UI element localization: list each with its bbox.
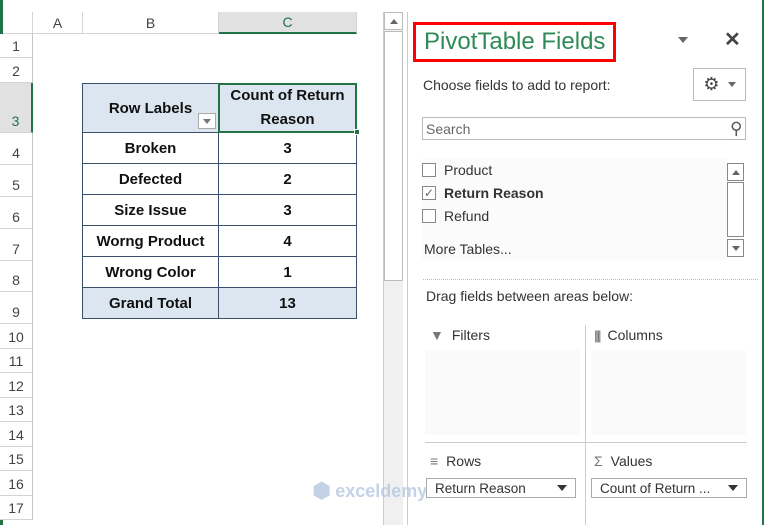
filters-drop-zone[interactable] [425,350,580,435]
row-header-6[interactable]: 6 [0,197,33,229]
row-header-16[interactable]: 16 [0,471,33,496]
row-label[interactable]: Size Issue [82,194,219,226]
pivot-row: Defected 2 [82,163,357,195]
filter-icon: ▼ [430,327,444,343]
field-item[interactable]: Product [422,158,727,181]
row-value[interactable]: 2 [218,163,357,195]
drag-fields-label: Drag fields between areas below: [426,288,634,304]
pivot-row: Wrong Color 1 [82,256,357,288]
filter-dropdown-button[interactable] [198,113,216,129]
row-header-9[interactable]: 9 [0,292,33,324]
search-icon: ⚲ [729,118,742,138]
row-labels-header: Row Labels [82,83,219,133]
row-header-8[interactable]: 8 [0,261,33,292]
scroll-up-button[interactable] [384,12,403,30]
field-checkbox[interactable]: ✓ [422,185,436,200]
fill-handle[interactable] [354,129,360,135]
pivottable-fields-pane: PivotTable Fields ✕ Choose fields to add… [408,0,763,525]
field-list-scrollbar[interactable] [727,163,744,258]
rows-field-dropdown[interactable]: Return Reason [426,478,576,498]
rows-area[interactable]: ≡ Rows [430,453,481,469]
sigma-icon: Σ [594,453,603,469]
row-header-4[interactable]: 4 [0,133,33,165]
scroll-up-button[interactable] [727,163,744,181]
row-header-1[interactable]: 1 [0,34,33,58]
chevron-down-icon [557,485,567,491]
vertical-scrollbar[interactable] [383,12,403,525]
pivot-row: Worng Product 4 [82,225,357,257]
row-value[interactable]: 3 [218,194,357,226]
chevron-down-icon [728,485,738,491]
row-value[interactable]: 1 [218,256,357,288]
pane-options-chevron-icon[interactable] [678,37,688,43]
row-header-3[interactable]: 3 [0,83,33,133]
grand-total-label: Grand Total [82,287,219,319]
row-label[interactable]: Broken [82,132,219,164]
columns-drop-zone[interactable] [591,350,746,435]
area-divider-vertical [585,325,586,525]
pane-left-border [407,12,408,525]
row-label[interactable]: Wrong Color [82,256,219,288]
columns-area[interactable]: |||| Columns [594,327,663,343]
select-all-corner[interactable] [0,12,33,34]
grand-total-value: 13 [218,287,357,319]
exceldemy-logo: ⬢ exceldemy [312,478,428,503]
field-item[interactable]: Refund [422,204,727,227]
field-checkbox[interactable] [422,208,436,223]
field-item[interactable]: ✓ Return Reason [422,181,727,204]
row-header-2[interactable]: 2 [0,58,33,83]
pivot-row: Size Issue 3 [82,194,357,226]
close-icon[interactable]: ✕ [724,27,741,52]
row-label[interactable]: Defected [82,163,219,195]
row-header-10[interactable]: 10 [0,324,33,349]
more-tables-link[interactable]: More Tables... [422,237,727,260]
filters-area[interactable]: ▼ Filters [430,327,490,343]
pane-right-border [762,0,764,525]
pivot-table: Row Labels Count of Return Reason Broken… [82,83,357,319]
row-header-14[interactable]: 14 [0,422,33,447]
choose-fields-label: Choose fields to add to report: [423,77,611,93]
columns-icon: |||| [594,327,601,343]
scroll-thumb[interactable] [384,31,403,281]
row-header-11[interactable]: 11 [0,348,33,373]
row-header-5[interactable]: 5 [0,165,33,197]
divider [423,279,758,280]
row-value[interactable]: 4 [218,225,357,257]
pane-title: PivotTable Fields [413,22,617,62]
scroll-thumb[interactable] [727,182,744,237]
row-label[interactable]: Worng Product [82,225,219,257]
area-divider-horizontal [425,442,747,443]
row-header-17[interactable]: 17 [0,495,33,520]
pivot-row: Broken 3 [82,132,357,164]
row-header-13[interactable]: 13 [0,397,33,422]
row-header-12[interactable]: 12 [0,373,33,398]
values-field-dropdown[interactable]: Count of Return ... [591,478,747,498]
column-header-c[interactable]: C [219,12,357,34]
tools-button[interactable]: ⚙ [693,68,746,101]
rows-icon: ≡ [430,453,439,469]
scroll-down-button[interactable] [727,239,744,257]
field-checkbox[interactable] [422,162,436,177]
value-header[interactable]: Count of Return Reason [218,83,357,133]
search-input[interactable]: Search ⚲ [422,117,746,140]
row-value[interactable]: 3 [218,132,357,164]
chevron-down-icon [203,118,211,124]
gear-icon: ⚙ [703,74,720,94]
field-list: Product ✓ Return Reason Refund More Tables.… [422,158,727,260]
chevron-down-icon [727,82,736,87]
column-header-b[interactable]: B [83,12,219,34]
values-area[interactable]: Σ Values [594,453,652,469]
row-header-15[interactable]: 15 [0,446,33,471]
row-header-7[interactable]: 7 [0,229,33,261]
column-header-a[interactable]: A [33,12,83,34]
